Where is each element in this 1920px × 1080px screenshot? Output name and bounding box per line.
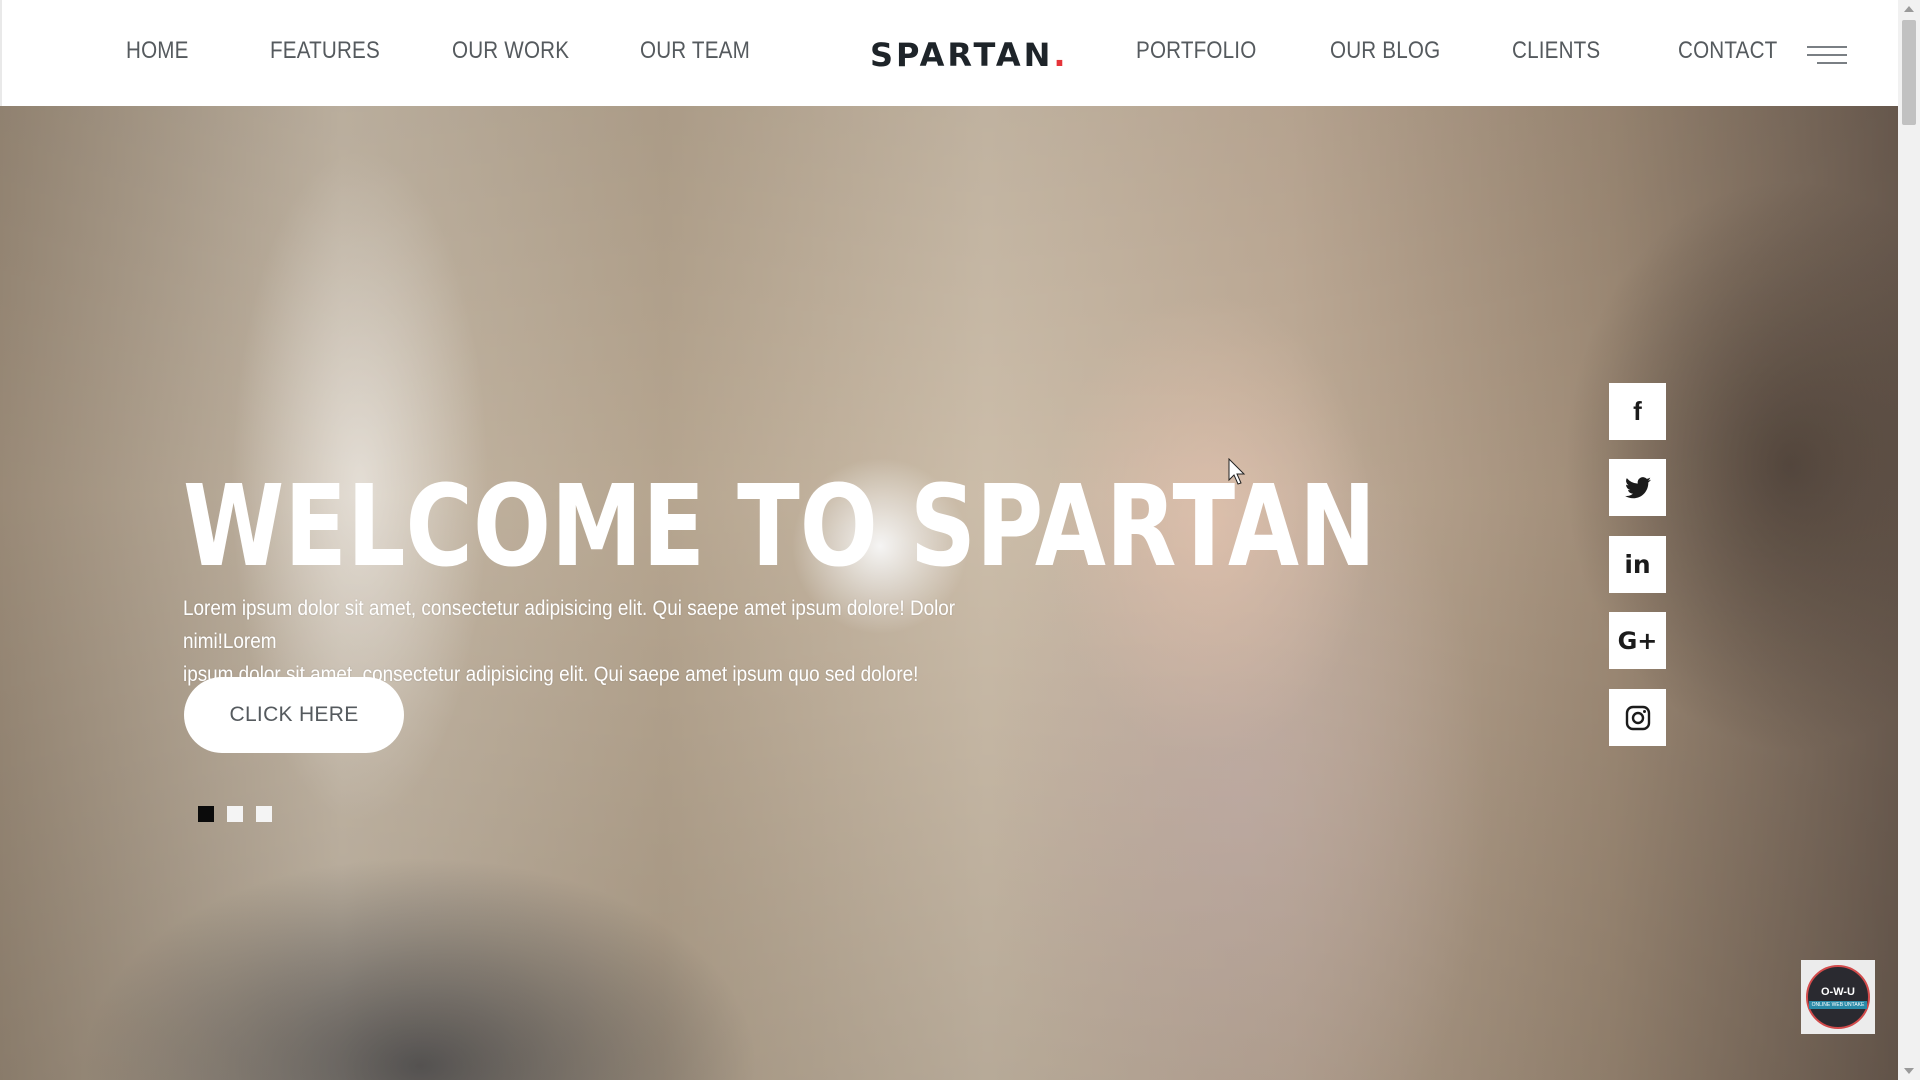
site-logo[interactable]: SPARTAN. [870, 35, 1069, 75]
owu-badge-logo: O-W-U ONLINE WEB UNTAKE [1801, 960, 1875, 1034]
hero-title: WELCOME TO SPARTAN [183, 462, 1376, 592]
google-plus-icon[interactable]: G+ [1609, 612, 1666, 669]
site-header: HOME FEATURES OUR WORK OUR TEAM SPARTAN.… [0, 0, 1898, 106]
logo-text: SPARTAN [870, 36, 1054, 74]
slide-dot-1[interactable] [198, 806, 214, 822]
nav-contact[interactable]: CONTACT [1678, 36, 1777, 66]
hamburger-menu-icon[interactable] [1807, 44, 1849, 66]
hero-slider: WELCOME TO SPARTAN Lorem ipsum dolor sit… [0, 106, 1898, 1080]
click-here-button[interactable]: CLICK HERE [184, 677, 404, 753]
instagram-icon[interactable] [1609, 689, 1666, 746]
page-scrollbar[interactable] [1898, 0, 1920, 1080]
nav-features[interactable]: FEATURES [270, 36, 380, 66]
linkedin-icon[interactable]: in [1609, 536, 1666, 593]
mouse-cursor-icon [1228, 458, 1246, 485]
scroll-up-arrow-icon[interactable] [1904, 6, 1914, 12]
twitter-icon[interactable] [1609, 459, 1666, 516]
nav-portfolio[interactable]: PORTFOLIO [1136, 36, 1256, 66]
scroll-down-arrow-icon[interactable] [1904, 1068, 1914, 1074]
slide-dot-3[interactable] [256, 806, 272, 822]
nav-clients[interactable]: CLIENTS [1512, 36, 1600, 66]
logo-dot: . [1053, 36, 1069, 74]
hero-description-line-1: Lorem ipsum dolor sit amet, consectetur … [183, 597, 956, 653]
slide-dot-2[interactable] [227, 806, 243, 822]
nav-our-team[interactable]: OUR TEAM [640, 36, 750, 66]
nav-home[interactable]: HOME [126, 36, 189, 66]
facebook-icon[interactable]: f [1609, 383, 1666, 440]
scroll-thumb[interactable] [1902, 20, 1916, 125]
nav-our-blog[interactable]: OUR BLOG [1330, 36, 1440, 66]
nav-our-work[interactable]: OUR WORK [452, 36, 569, 66]
